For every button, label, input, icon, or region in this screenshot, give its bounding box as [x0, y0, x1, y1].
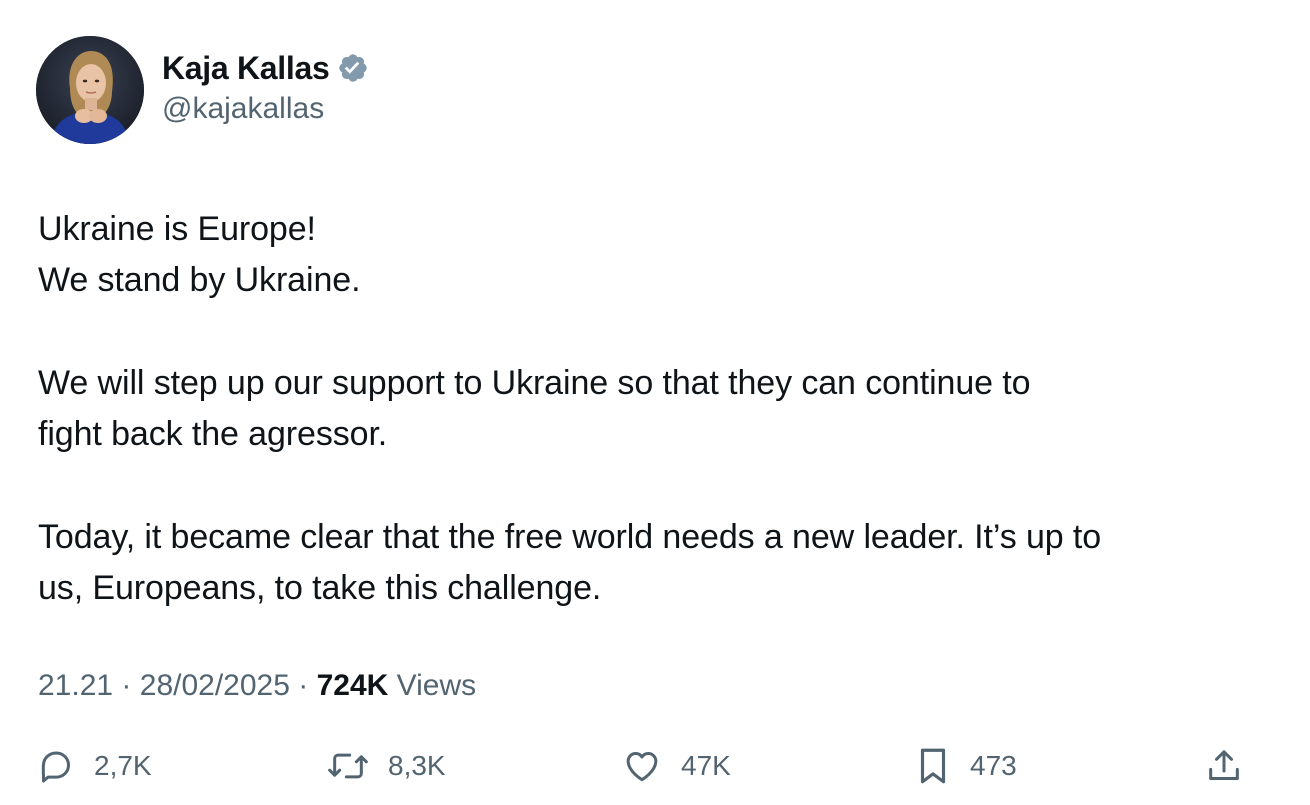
reply-icon: [41, 751, 70, 783]
heart-icon: [626, 752, 658, 782]
tweet-line: We stand by Ukraine.: [38, 261, 361, 299]
retweet-button[interactable]: 8,3K: [326, 738, 446, 794]
share-button[interactable]: [1204, 738, 1244, 794]
retweet-count: 8,3K: [388, 750, 446, 781]
tweet-paragraph: Ukraine is Europe! We stand by Ukraine.: [38, 204, 1278, 306]
tweet-paragraph: Today, it became clear that the free wor…: [38, 512, 1278, 614]
tweet-line: Today, it became clear that the free wor…: [38, 518, 1102, 556]
tweet-line: We will step up our support to Ukraine s…: [38, 364, 1031, 402]
tweet-line: Ukraine is Europe!: [38, 210, 316, 248]
meta-separator: ·: [298, 669, 309, 702]
verified-badge-icon[interactable]: [337, 52, 369, 84]
profile-photo-icon: [36, 36, 144, 144]
views-label: Views: [396, 669, 477, 702]
reply-button[interactable]: 2,7K: [36, 738, 152, 794]
bookmark-button[interactable]: 473: [914, 738, 1017, 794]
tweet-header: Kaja Kallas @kajakallas: [36, 36, 369, 144]
like-count: 47K: [681, 750, 731, 781]
author-names: Kaja Kallas @kajakallas: [162, 49, 369, 127]
display-name[interactable]: Kaja Kallas: [162, 49, 330, 87]
bookmark-icon: [920, 748, 946, 784]
tweet-date[interactable]: 28/02/2025: [140, 669, 290, 702]
tweet: Kaja Kallas @kajakallas Ukraine is Europ…: [0, 0, 1310, 805]
meta-separator: ·: [121, 669, 132, 702]
like-button[interactable]: 47K: [621, 738, 731, 794]
tweet-text: Ukraine is Europe! We stand by Ukraine. …: [38, 204, 1278, 666]
handle[interactable]: @kajakallas: [162, 91, 369, 127]
reply-count: 2,7K: [94, 750, 152, 781]
avatar[interactable]: [36, 36, 144, 144]
tweet-meta: 21.21 · 28/02/2025 · 724K Views: [38, 666, 476, 706]
tweet-time[interactable]: 21.21: [38, 669, 113, 702]
share-icon: [1209, 750, 1239, 780]
tweet-line: us, Europeans, to take this challenge.: [38, 569, 602, 607]
tweet-paragraph: We will step up our support to Ukraine s…: [38, 358, 1278, 460]
views-count: 724K: [316, 669, 389, 702]
display-name-row: Kaja Kallas: [162, 49, 369, 87]
action-bar: 2,7K 8,3K 47K 473: [0, 738, 1310, 794]
tweet-line: fight back the agressor.: [38, 415, 388, 453]
bookmark-count: 473: [970, 750, 1017, 781]
retweet-icon: [328, 753, 368, 779]
